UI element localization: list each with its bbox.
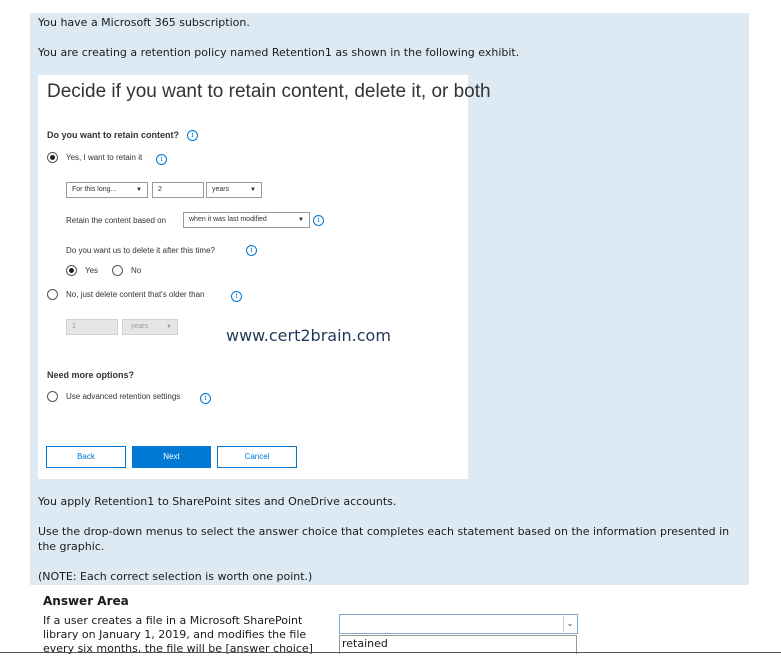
retain-yes-radio[interactable] <box>47 152 58 163</box>
info-icon[interactable]: i <box>313 215 324 226</box>
retain-no-radio[interactable] <box>47 289 58 300</box>
retain-duration-input[interactable]: 2 <box>152 182 204 198</box>
answer-dropdown[interactable]: ⌄ <box>339 614 578 634</box>
retain-unit-value: years <box>212 186 230 193</box>
older-than-unit-select[interactable]: years ▼ <box>122 319 178 335</box>
next-button[interactable]: Next <box>132 446 211 468</box>
chevron-down-icon[interactable]: ⌄ <box>563 616 576 632</box>
advanced-settings-label: Use advanced retention settings <box>66 392 181 401</box>
chevron-down-icon: ▼ <box>166 324 172 330</box>
retain-question: Do you want to retain content? <box>47 130 179 140</box>
answer-statement: If a user creates a file in a Microsoft … <box>43 614 313 655</box>
chevron-down-icon: ▼ <box>298 217 304 223</box>
question-line-2: You are creating a retention policy name… <box>38 46 520 59</box>
retain-yes-label: Yes, I want to retain it <box>66 153 143 162</box>
question-line-3: You apply Retention1 to SharePoint sites… <box>38 495 397 508</box>
info-icon[interactable]: i <box>156 154 167 165</box>
delete-no-radio[interactable] <box>112 265 123 276</box>
based-on-label: Retain the content based on <box>66 216 167 225</box>
answer-area-title: Answer Area <box>43 594 129 608</box>
exhibit-title: Decide if you want to retain content, de… <box>47 81 491 102</box>
answer-dropdown-value <box>340 620 342 633</box>
chevron-down-icon: ▼ <box>136 187 142 193</box>
older-than-unit-value: years <box>131 323 149 330</box>
info-icon[interactable]: i <box>200 393 211 404</box>
delete-question: Do you want us to delete it after this t… <box>66 246 215 255</box>
more-options-heading: Need more options? <box>47 370 135 380</box>
question-line-5: (NOTE: Each correct selection is worth o… <box>38 570 313 583</box>
delete-yes-label: Yes <box>85 266 99 275</box>
question-line-1: You have a Microsoft 365 subscription. <box>38 16 250 29</box>
info-icon[interactable]: i <box>231 291 242 302</box>
older-than-input[interactable]: 1 <box>66 319 118 335</box>
info-icon[interactable]: i <box>187 130 198 141</box>
back-button[interactable]: Back <box>46 446 126 468</box>
based-on-value: when it was last modified <box>189 216 267 223</box>
chevron-down-icon: ▼ <box>250 187 256 193</box>
retain-period-value: For this long... <box>72 186 117 193</box>
retain-period-select[interactable]: For this long... ▼ <box>66 182 148 198</box>
retention-exhibit: Decide if you want to retain content, de… <box>38 75 491 479</box>
advanced-settings-radio[interactable] <box>47 391 58 402</box>
delete-yes-radio[interactable] <box>66 265 77 276</box>
retain-unit-select[interactable]: years ▼ <box>206 182 262 198</box>
retain-no-label: No, just delete content that's older tha… <box>66 290 205 299</box>
watermark-text: www.cert2brain.com <box>226 326 391 345</box>
info-icon[interactable]: i <box>246 245 257 256</box>
divider <box>0 652 781 653</box>
delete-no-label: No <box>131 266 142 275</box>
question-line-4: Use the drop-down menus to select the an… <box>38 525 730 553</box>
based-on-select[interactable]: when it was last modified ▼ <box>183 212 310 228</box>
cancel-button[interactable]: Cancel <box>217 446 297 468</box>
